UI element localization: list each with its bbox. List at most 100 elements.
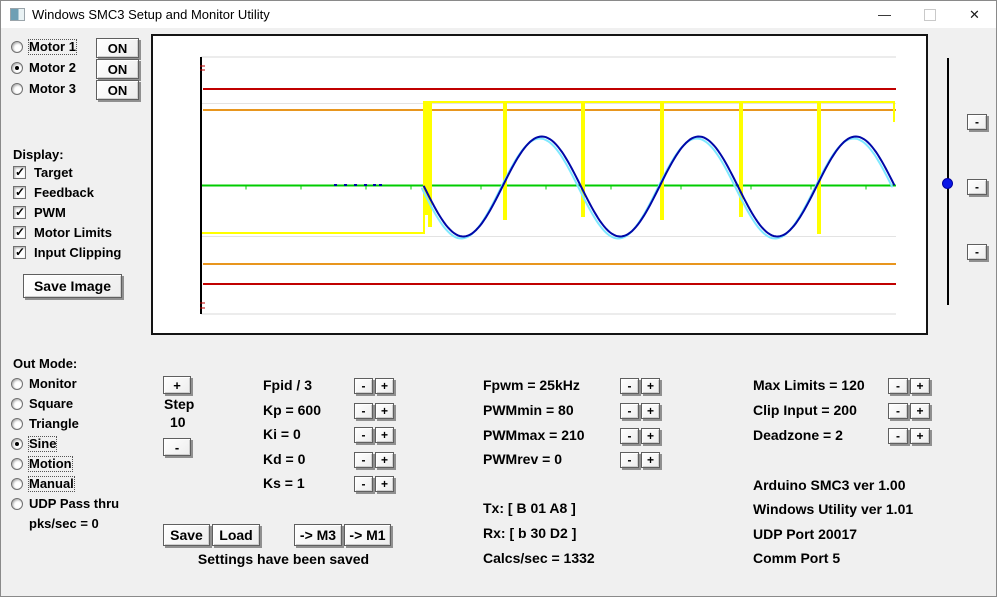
fpid-plus-button[interactable]: + <box>375 378 394 394</box>
max-limits-label: Max Limits = 120 <box>753 377 865 393</box>
fpwm-label: Fpwm = 25kHz <box>483 377 580 393</box>
fpid-minus-button[interactable]: - <box>354 378 373 394</box>
out-mode-sine-radio[interactable] <box>11 438 23 450</box>
display-input-clipping-label[interactable]: Input Clipping <box>34 246 121 260</box>
out-mode-udp-radio[interactable] <box>11 498 23 510</box>
ki-label: Ki = 0 <box>263 426 301 442</box>
out-mode-manual-radio[interactable] <box>11 478 23 490</box>
ks-label: Ks = 1 <box>263 475 305 491</box>
scale-minus-button-middle[interactable]: - <box>967 179 987 195</box>
pwmmin-label: PWMmin = 80 <box>483 402 574 418</box>
save-button[interactable]: Save <box>163 524 210 546</box>
pwmrev-label: PWMrev = 0 <box>483 451 562 467</box>
out-mode-heading: Out Mode: <box>13 356 78 371</box>
out-mode-triangle-radio[interactable] <box>11 418 23 430</box>
pwmmax-minus-button[interactable]: - <box>620 428 639 444</box>
out-mode-monitor-radio[interactable] <box>11 378 23 390</box>
deadzone-plus-button[interactable]: + <box>910 428 930 444</box>
utility-version-text: Windows Utility ver 1.01 <box>753 501 914 517</box>
out-mode-square-radio[interactable] <box>11 398 23 410</box>
titlebar: Windows SMC3 Setup and Monitor Utility —… <box>1 1 996 28</box>
rx-readout: Rx: [ b 30 D2 ] <box>483 525 577 541</box>
display-input-clipping-checkbox[interactable] <box>13 245 26 259</box>
fpwm-plus-button[interactable]: + <box>641 378 660 394</box>
load-button[interactable]: Load <box>212 524 260 546</box>
scale-minus-button-top[interactable]: - <box>967 114 987 130</box>
display-motor-limits-label[interactable]: Motor Limits <box>34 226 112 240</box>
motor-2-radio[interactable] <box>11 62 23 74</box>
maximize-button[interactable] <box>914 1 945 28</box>
out-mode-triangle-label[interactable]: Triangle <box>29 417 79 431</box>
max-limits-plus-button[interactable]: + <box>910 378 930 394</box>
udp-port-text: UDP Port 20017 <box>753 526 858 542</box>
step-minus-button[interactable]: - <box>163 438 191 456</box>
close-button[interactable]: ✕ <box>959 1 990 28</box>
app-window: Windows SMC3 Setup and Monitor Utility —… <box>0 0 997 597</box>
window-title: Windows SMC3 Setup and Monitor Utility <box>32 7 270 22</box>
display-feedback-checkbox[interactable] <box>13 185 26 199</box>
motor-1-on-button[interactable]: ON <box>96 38 139 58</box>
to-m1-button[interactable]: -> M1 <box>344 524 391 546</box>
motor-1-radio[interactable] <box>11 41 23 53</box>
display-motor-limits-checkbox[interactable] <box>13 225 26 239</box>
deadzone-minus-button[interactable]: - <box>888 428 908 444</box>
out-mode-sine-label[interactable]: Sine <box>27 436 58 452</box>
out-mode-motion-label[interactable]: Motion <box>28 456 73 472</box>
motor-1-label[interactable]: Motor 1 <box>28 39 77 55</box>
out-mode-monitor-label[interactable]: Monitor <box>29 377 77 391</box>
display-pwm-checkbox[interactable] <box>13 205 26 219</box>
maximize-icon <box>923 8 936 21</box>
motor-2-label[interactable]: Motor 2 <box>29 61 76 75</box>
pwmrev-minus-button[interactable]: - <box>620 452 639 468</box>
kd-minus-button[interactable]: - <box>354 452 373 468</box>
arduino-version-text: Arduino SMC3 ver 1.00 <box>753 477 906 493</box>
step-plus-button[interactable]: + <box>163 376 191 394</box>
ks-plus-button[interactable]: + <box>375 476 394 492</box>
out-mode-square-label[interactable]: Square <box>29 397 73 411</box>
motor-3-on-button[interactable]: ON <box>96 80 139 100</box>
display-heading: Display: <box>13 147 64 162</box>
kp-label: Kp = 600 <box>263 402 321 418</box>
out-mode-udp-label[interactable]: UDP Pass thru <box>29 497 119 511</box>
display-target-checkbox[interactable] <box>13 165 26 179</box>
display-pwm-label[interactable]: PWM <box>34 206 66 220</box>
scale-minus-button-bottom[interactable]: - <box>967 244 987 260</box>
clip-input-label: Clip Input = 200 <box>753 402 857 418</box>
ks-minus-button[interactable]: - <box>354 476 373 492</box>
pwmmin-minus-button[interactable]: - <box>620 403 639 419</box>
comm-port-text: Comm Port 5 <box>753 550 841 566</box>
step-value: 10 <box>170 414 186 430</box>
kp-plus-button[interactable]: + <box>375 403 394 419</box>
step-label: Step <box>164 396 195 412</box>
tx-readout: Tx: [ B 01 A8 ] <box>483 500 576 516</box>
kp-minus-button[interactable]: - <box>354 403 373 419</box>
to-m3-button[interactable]: -> M3 <box>294 524 342 546</box>
calcs-per-sec-readout: Calcs/sec = 1332 <box>483 550 595 566</box>
kd-label: Kd = 0 <box>263 451 306 467</box>
clip-input-plus-button[interactable]: + <box>910 403 930 419</box>
save-image-button[interactable]: Save Image <box>23 274 122 298</box>
fpid-label: Fpid / 3 <box>263 377 312 393</box>
pks-per-sec-label: pks/sec = 0 <box>29 516 99 531</box>
motor-2-on-button[interactable]: ON <box>96 59 139 79</box>
out-mode-manual-label[interactable]: Manual <box>28 476 75 492</box>
pwmmax-plus-button[interactable]: + <box>641 428 660 444</box>
out-mode-motion-radio[interactable] <box>11 458 23 470</box>
pwmrev-plus-button[interactable]: + <box>641 452 660 468</box>
display-feedback-label[interactable]: Feedback <box>34 186 94 200</box>
scope-plot-panel <box>151 34 928 335</box>
motor-3-label[interactable]: Motor 3 <box>29 82 76 96</box>
ki-minus-button[interactable]: - <box>354 427 373 443</box>
max-limits-minus-button[interactable]: - <box>888 378 908 394</box>
motor-3-radio[interactable] <box>11 83 23 95</box>
minimize-button[interactable]: — <box>869 1 900 28</box>
display-target-label[interactable]: Target <box>34 166 73 180</box>
ki-plus-button[interactable]: + <box>375 427 394 443</box>
scope-svg <box>200 56 896 315</box>
pwmmin-plus-button[interactable]: + <box>641 403 660 419</box>
slider-thumb[interactable] <box>942 178 953 189</box>
clip-input-minus-button[interactable]: - <box>888 403 908 419</box>
fpwm-minus-button[interactable]: - <box>620 378 639 394</box>
app-icon <box>10 8 25 21</box>
kd-plus-button[interactable]: + <box>375 452 394 468</box>
